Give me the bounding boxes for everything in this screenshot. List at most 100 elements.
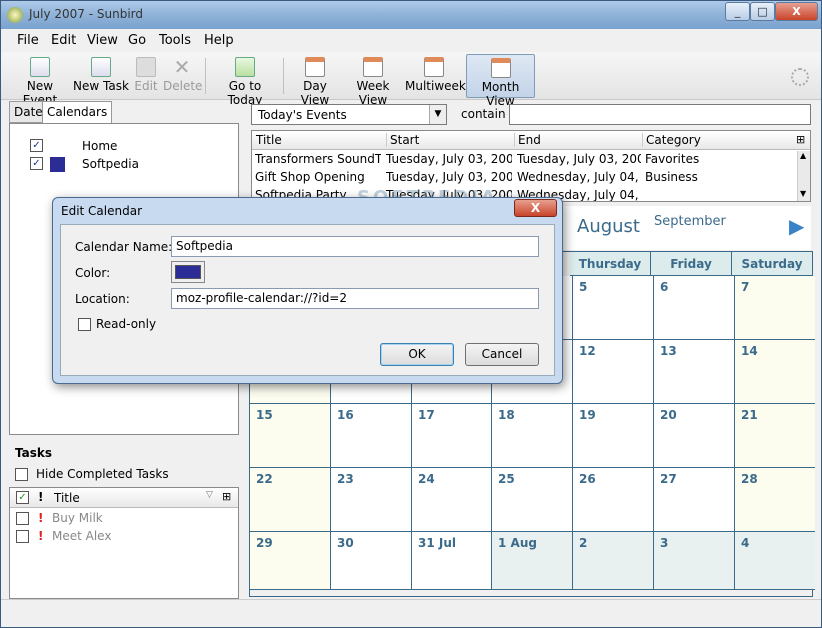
day-cell[interactable]: 24 [412, 468, 492, 532]
day-cell[interactable]: 2 [573, 532, 654, 590]
multiweek-label: Multiweek [405, 79, 466, 93]
new-event-button[interactable]: New Event [9, 54, 71, 107]
task-title-column[interactable]: Title [54, 491, 80, 505]
throbber-icon [791, 68, 809, 86]
tab-calendars[interactable]: Calendars [42, 101, 113, 124]
close-button[interactable]: X [775, 2, 818, 21]
menu-edit[interactable]: Edit [51, 33, 76, 48]
day-view-button[interactable]: Day View [289, 54, 341, 107]
menu-tools[interactable]: Tools [159, 33, 191, 48]
delete-button[interactable]: ✕ Delete [163, 54, 203, 98]
day-cell[interactable]: 16 [331, 404, 412, 468]
calendar-home-checkbox[interactable]: ✓ [30, 139, 43, 152]
menu-go[interactable]: Go [128, 33, 146, 48]
day-cell[interactable]: 28 [735, 468, 815, 532]
ok-button[interactable]: OK [380, 343, 454, 366]
day-cell[interactable]: 23 [331, 468, 412, 532]
next-month-arrow-icon[interactable]: ▶ [789, 214, 804, 238]
event-title: Transformers SoundT... [255, 152, 381, 166]
month-view-button[interactable]: Month View [466, 54, 535, 108]
event-row[interactable]: Transformers SoundT... Tuesday, July 03,… [252, 151, 797, 169]
day-cell[interactable]: 30 [331, 532, 412, 590]
minimize-button[interactable]: _ [725, 2, 750, 21]
day-cell[interactable]: 3 [654, 532, 735, 590]
column-picker-icon[interactable]: ⊞ [222, 490, 231, 503]
menu-file[interactable]: File [17, 33, 39, 48]
menu-help[interactable]: Help [204, 33, 234, 48]
event-start: Tuesday, July 03, 2007... [386, 152, 512, 166]
new-task-button[interactable]: New Task [73, 54, 129, 98]
priority-icon: ! [38, 529, 44, 543]
column-picker-icon[interactable]: ⊞ [796, 133, 805, 146]
column-start[interactable]: Start [386, 133, 419, 147]
day-cell[interactable]: 12 [573, 340, 654, 404]
menu-view[interactable]: View [87, 33, 118, 48]
location-label: Location: [75, 292, 130, 306]
column-end[interactable]: End [514, 133, 541, 147]
calendar-name-input[interactable]: Softpedia [171, 236, 539, 257]
delete-label: Delete [163, 79, 203, 93]
day-cell[interactable]: 4 [735, 532, 815, 590]
maximize-button[interactable]: □ [750, 2, 775, 21]
calendar-item-home[interactable]: ✓ Home [24, 138, 224, 155]
day-cell[interactable]: 26 [573, 468, 654, 532]
day-cell[interactable]: 7 [735, 276, 815, 340]
multiweek-button[interactable]: Multiweek [405, 54, 466, 98]
day-cell[interactable]: 19 [573, 404, 654, 468]
day-cell[interactable]: 17 [412, 404, 492, 468]
next-month-label[interactable]: September [654, 214, 726, 229]
calendar-item-softpedia[interactable]: ✓ Softpedia [24, 156, 224, 173]
task-checkbox[interactable] [16, 530, 29, 543]
day-cell[interactable]: 18 [492, 404, 573, 468]
day-cell[interactable]: 29 [250, 532, 331, 590]
hide-completed-label: Hide Completed Tasks [36, 467, 169, 481]
scroll-up-icon[interactable]: ▲ [800, 151, 806, 160]
sunbird-app-icon [7, 7, 23, 23]
calendar-softpedia-checkbox[interactable]: ✓ [30, 157, 43, 170]
day-cell[interactable]: 1 Aug [492, 532, 573, 590]
day-cell[interactable]: 25 [492, 468, 573, 532]
task-checkbox[interactable] [16, 512, 29, 525]
week-view-button[interactable]: Week View [343, 54, 403, 107]
event-row[interactable]: Gift Shop Opening Tuesday, July 03, 2007… [252, 169, 797, 187]
column-title[interactable]: Title [256, 133, 282, 147]
task-row[interactable]: ! Buy Milk [10, 510, 238, 528]
task-priority-column-icon[interactable]: ! [38, 490, 43, 504]
go-to-today-button[interactable]: Go to Today [211, 54, 279, 107]
dialog-title: Edit Calendar [61, 204, 143, 218]
priority-icon: ! [38, 511, 44, 525]
current-month-label: August [577, 216, 640, 237]
event-filter-row: Today's Events ▼ contain [251, 104, 811, 126]
toolbar-separator [205, 58, 206, 94]
day-cell[interactable]: 21 [735, 404, 815, 468]
day-cell[interactable]: 27 [654, 468, 735, 532]
edit-calendar-dialog: Edit Calendar X Calendar Name: Softpedia… [52, 197, 563, 384]
new-task-label: New Task [73, 79, 129, 93]
day-cell[interactable]: 6 [654, 276, 735, 340]
weekday-header: Friday [651, 252, 732, 276]
column-category[interactable]: Category [642, 133, 701, 147]
scroll-down-icon[interactable]: ▼ [800, 189, 806, 198]
hide-completed-checkbox[interactable] [15, 468, 28, 481]
read-only-label: Read-only [96, 317, 157, 331]
read-only-checkbox[interactable] [78, 318, 91, 331]
day-cell[interactable]: 5 [573, 276, 654, 340]
task-row[interactable]: ! Meet Alex [10, 528, 238, 546]
event-filter-select[interactable]: Today's Events ▼ [251, 104, 447, 125]
day-cell[interactable]: 22 [250, 468, 331, 532]
location-input[interactable]: moz-profile-calendar://?id=2 [171, 288, 539, 309]
day-cell[interactable]: 14 [735, 340, 815, 404]
events-scrollbar[interactable]: ▲ ▼ [797, 151, 810, 201]
day-cell[interactable]: 31 Jul [412, 532, 492, 590]
cancel-button[interactable]: Cancel [465, 343, 539, 366]
dialog-close-button[interactable]: X [514, 199, 557, 217]
event-end: Tuesday, July 03, 200... [517, 152, 641, 166]
day-cell[interactable]: 13 [654, 340, 735, 404]
day-cell[interactable]: 20 [654, 404, 735, 468]
status-bar [1, 599, 821, 627]
day-cell[interactable]: 15 [250, 404, 331, 468]
color-picker-button[interactable] [171, 261, 205, 283]
event-search-input[interactable] [509, 104, 811, 125]
edit-button[interactable]: Edit [131, 54, 161, 98]
task-done-column-icon[interactable]: ✓ [16, 491, 29, 504]
